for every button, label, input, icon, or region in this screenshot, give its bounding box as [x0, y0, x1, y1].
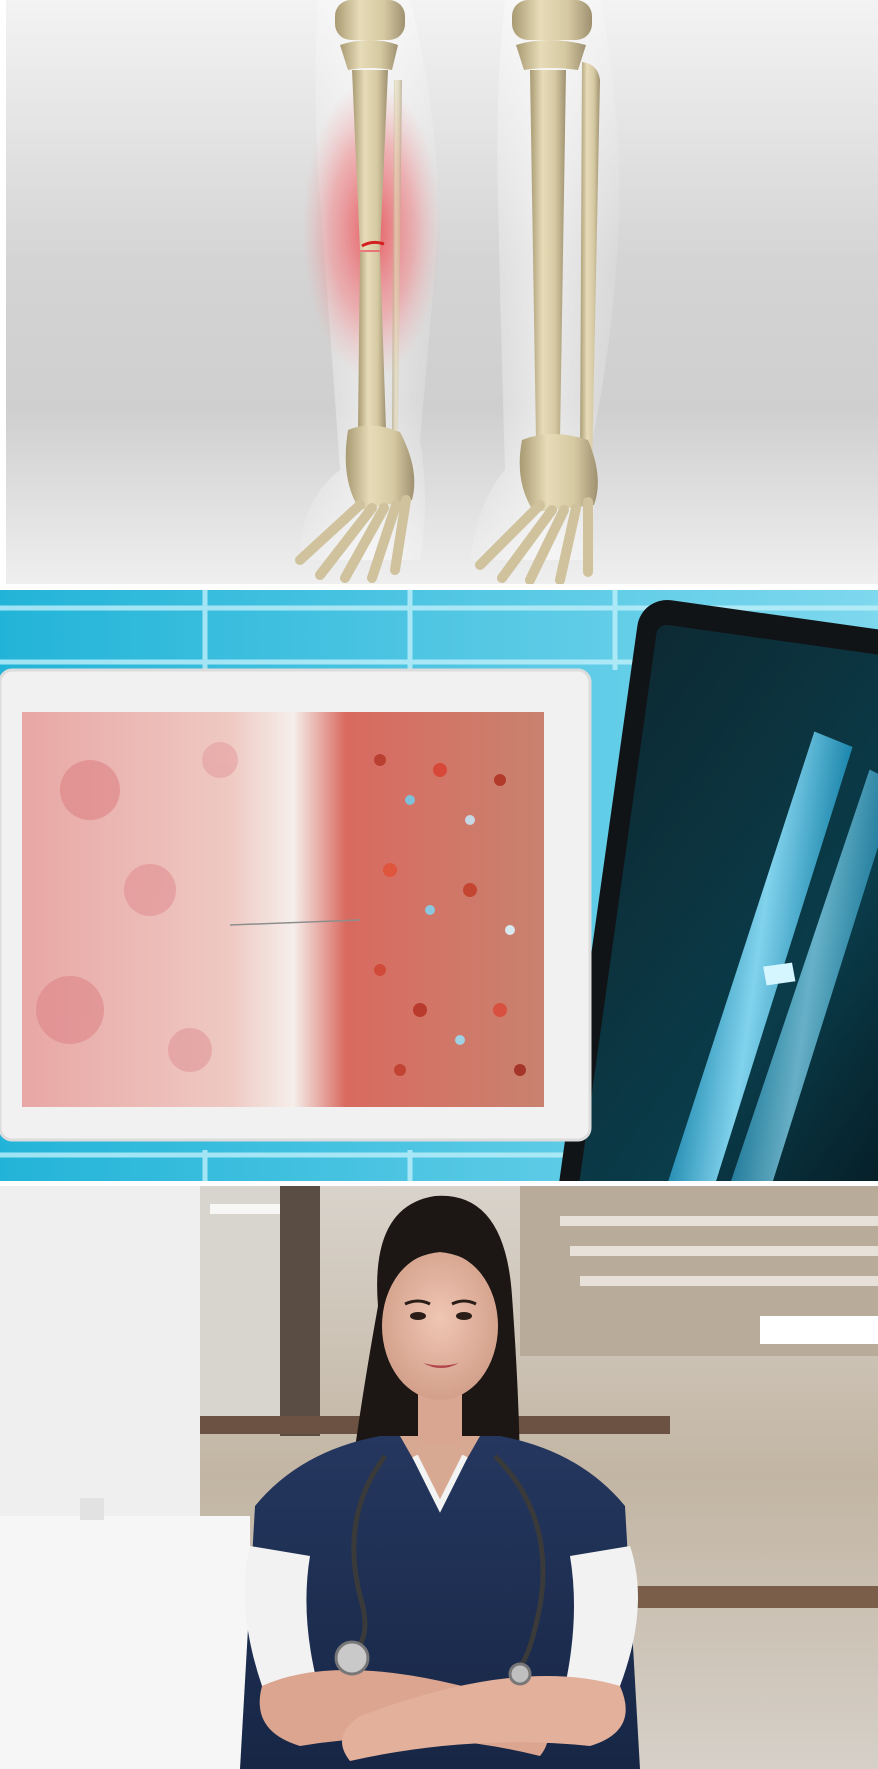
- nurse-portrait-panel: [0, 1186, 878, 1769]
- leg-fracture-illustration: [0, 0, 878, 584]
- image-collage: [0, 0, 878, 1769]
- tissue-xray-illustration: [0, 590, 878, 1181]
- nurse-portrait: [0, 1186, 878, 1769]
- leg-fracture-panel: [0, 0, 878, 584]
- tissue-xray-panel: [0, 590, 878, 1181]
